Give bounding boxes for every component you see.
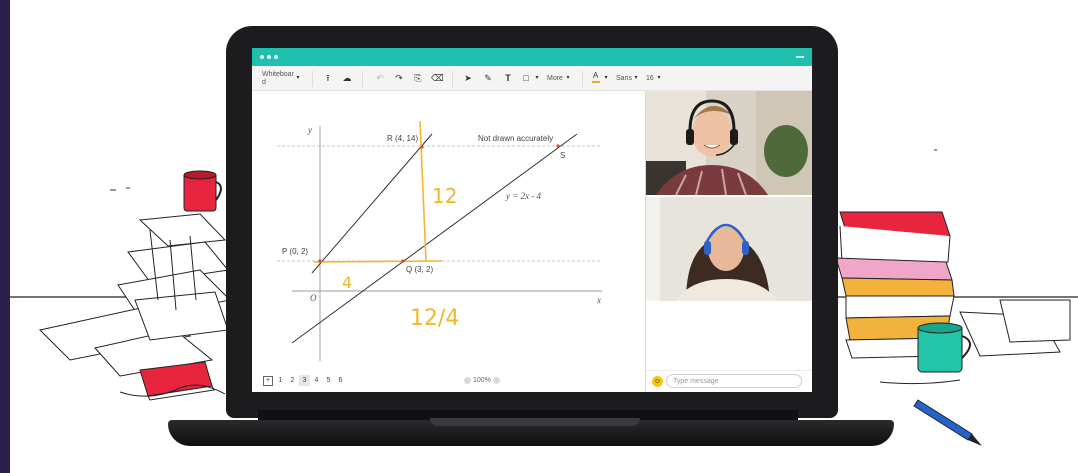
page-button-active[interactable]: 3 (299, 375, 310, 386)
point-r-dot (420, 145, 424, 149)
run-stroke (313, 260, 443, 263)
zoom-in-icon[interactable] (492, 376, 500, 384)
whiteboard-canvas[interactable]: y x O R (4, 14) P (0, 2) Q (3, 2) S Not … (252, 91, 644, 392)
point-s-dot (556, 144, 560, 148)
chevron-down-icon[interactable]: ▾ (630, 72, 642, 84)
page-button[interactable]: 1 (275, 375, 286, 386)
zoom-control[interactable]: 100% (464, 375, 500, 386)
laptop-notch (430, 418, 640, 426)
graph-drawing: y x O R (4, 14) P (0, 2) Q (3, 2) S Not … (277, 120, 602, 361)
window-dot[interactable] (274, 55, 278, 59)
toolbar-divider (312, 71, 313, 87)
font-color-swatch (592, 81, 600, 83)
add-page-button[interactable]: + (263, 376, 273, 386)
toolbar: Whiteboar d ▾ ⭱ ☁ ↶ ↷ ⎘ ⌫ ➤ ✎ T □ ▾ More… (252, 66, 812, 91)
y-axis-label: y (307, 125, 312, 135)
slope-handwriting: 12/4 (410, 306, 459, 331)
more-menu[interactable]: More (547, 73, 563, 85)
teal-mug-doodle (917, 322, 971, 373)
toolbar-divider (362, 71, 363, 87)
whiteboard-dropdown[interactable]: Whiteboar d (262, 71, 294, 86)
run-handwriting: 4 (342, 273, 352, 292)
origin-label: O (310, 293, 317, 303)
side-panel: ☺ (645, 91, 812, 392)
toolbar-divider (582, 71, 583, 87)
chevron-down-icon[interactable]: ▾ (292, 72, 304, 84)
font-color-button[interactable]: A (593, 71, 598, 80)
copy-icon[interactable]: ⎘ (412, 72, 424, 84)
tutor-video[interactable] (646, 91, 812, 195)
zoom-out-icon[interactable] (464, 376, 471, 384)
tutor-video-frame (646, 91, 812, 195)
headphone-left (704, 241, 711, 255)
point-q-dot (401, 259, 405, 263)
page-button[interactable]: 4 (311, 375, 322, 386)
page-button[interactable]: 2 (287, 375, 298, 386)
text-tool-icon[interactable]: T (502, 72, 514, 84)
page-button[interactable]: 6 (335, 375, 346, 386)
tutor-face (692, 109, 732, 157)
app-window: Whiteboar d ▾ ⭱ ☁ ↶ ↷ ⎘ ⌫ ➤ ✎ T □ ▾ More… (252, 48, 812, 392)
upload-icon[interactable]: ⭱ (322, 72, 334, 84)
undo-icon[interactable]: ↶ (374, 72, 386, 84)
page-navigation: + 1 2 3 4 5 6 100% (252, 371, 644, 391)
window-dot[interactable] (260, 55, 264, 59)
x-axis-label: x (596, 295, 601, 305)
minimize-icon[interactable] (796, 56, 804, 58)
chevron-down-icon[interactable]: ▾ (600, 72, 612, 84)
cloud-icon[interactable]: ☁ (341, 72, 353, 84)
message-input[interactable] (666, 374, 802, 388)
right-paper-doodle (959, 299, 1071, 357)
not-drawn-note: Not drawn accurately (478, 134, 553, 143)
point-r-label: R (4, 14) (387, 134, 418, 143)
pointer-icon[interactable]: ➤ (462, 72, 474, 84)
chat-bar: ☺ (646, 370, 812, 392)
point-p-label: P (0, 2) (282, 247, 308, 256)
chevron-down-icon[interactable]: ▾ (531, 72, 543, 84)
student-video-frame (646, 197, 812, 301)
blue-pen-doodle (913, 399, 982, 446)
pen-icon[interactable]: ✎ (482, 72, 494, 84)
point-p-dot (318, 259, 322, 263)
eraser-icon[interactable]: ⌫ (431, 72, 444, 84)
emoji-icon[interactable]: ☺ (652, 376, 663, 387)
equation-label: y = 2x - 4 (505, 191, 542, 201)
chevron-down-icon[interactable]: ▾ (653, 72, 665, 84)
page-button[interactable]: 5 (323, 375, 334, 386)
rise-handwriting: 12 (432, 184, 457, 208)
redo-icon[interactable]: ↷ (393, 72, 405, 84)
paper-pile-doodle (38, 213, 232, 377)
plant-shape (764, 125, 808, 177)
point-s-label: S (560, 151, 565, 160)
chevron-down-icon[interactable]: ▾ (562, 72, 574, 84)
student-video[interactable] (646, 197, 812, 301)
line-pr (311, 133, 433, 274)
red-mug-doodle (183, 170, 222, 212)
title-bar (252, 48, 812, 66)
zoom-level: 100% (472, 377, 491, 384)
point-q-label: Q (3, 2) (406, 265, 433, 274)
toolbar-divider (452, 71, 453, 87)
window-dot[interactable] (267, 55, 271, 59)
